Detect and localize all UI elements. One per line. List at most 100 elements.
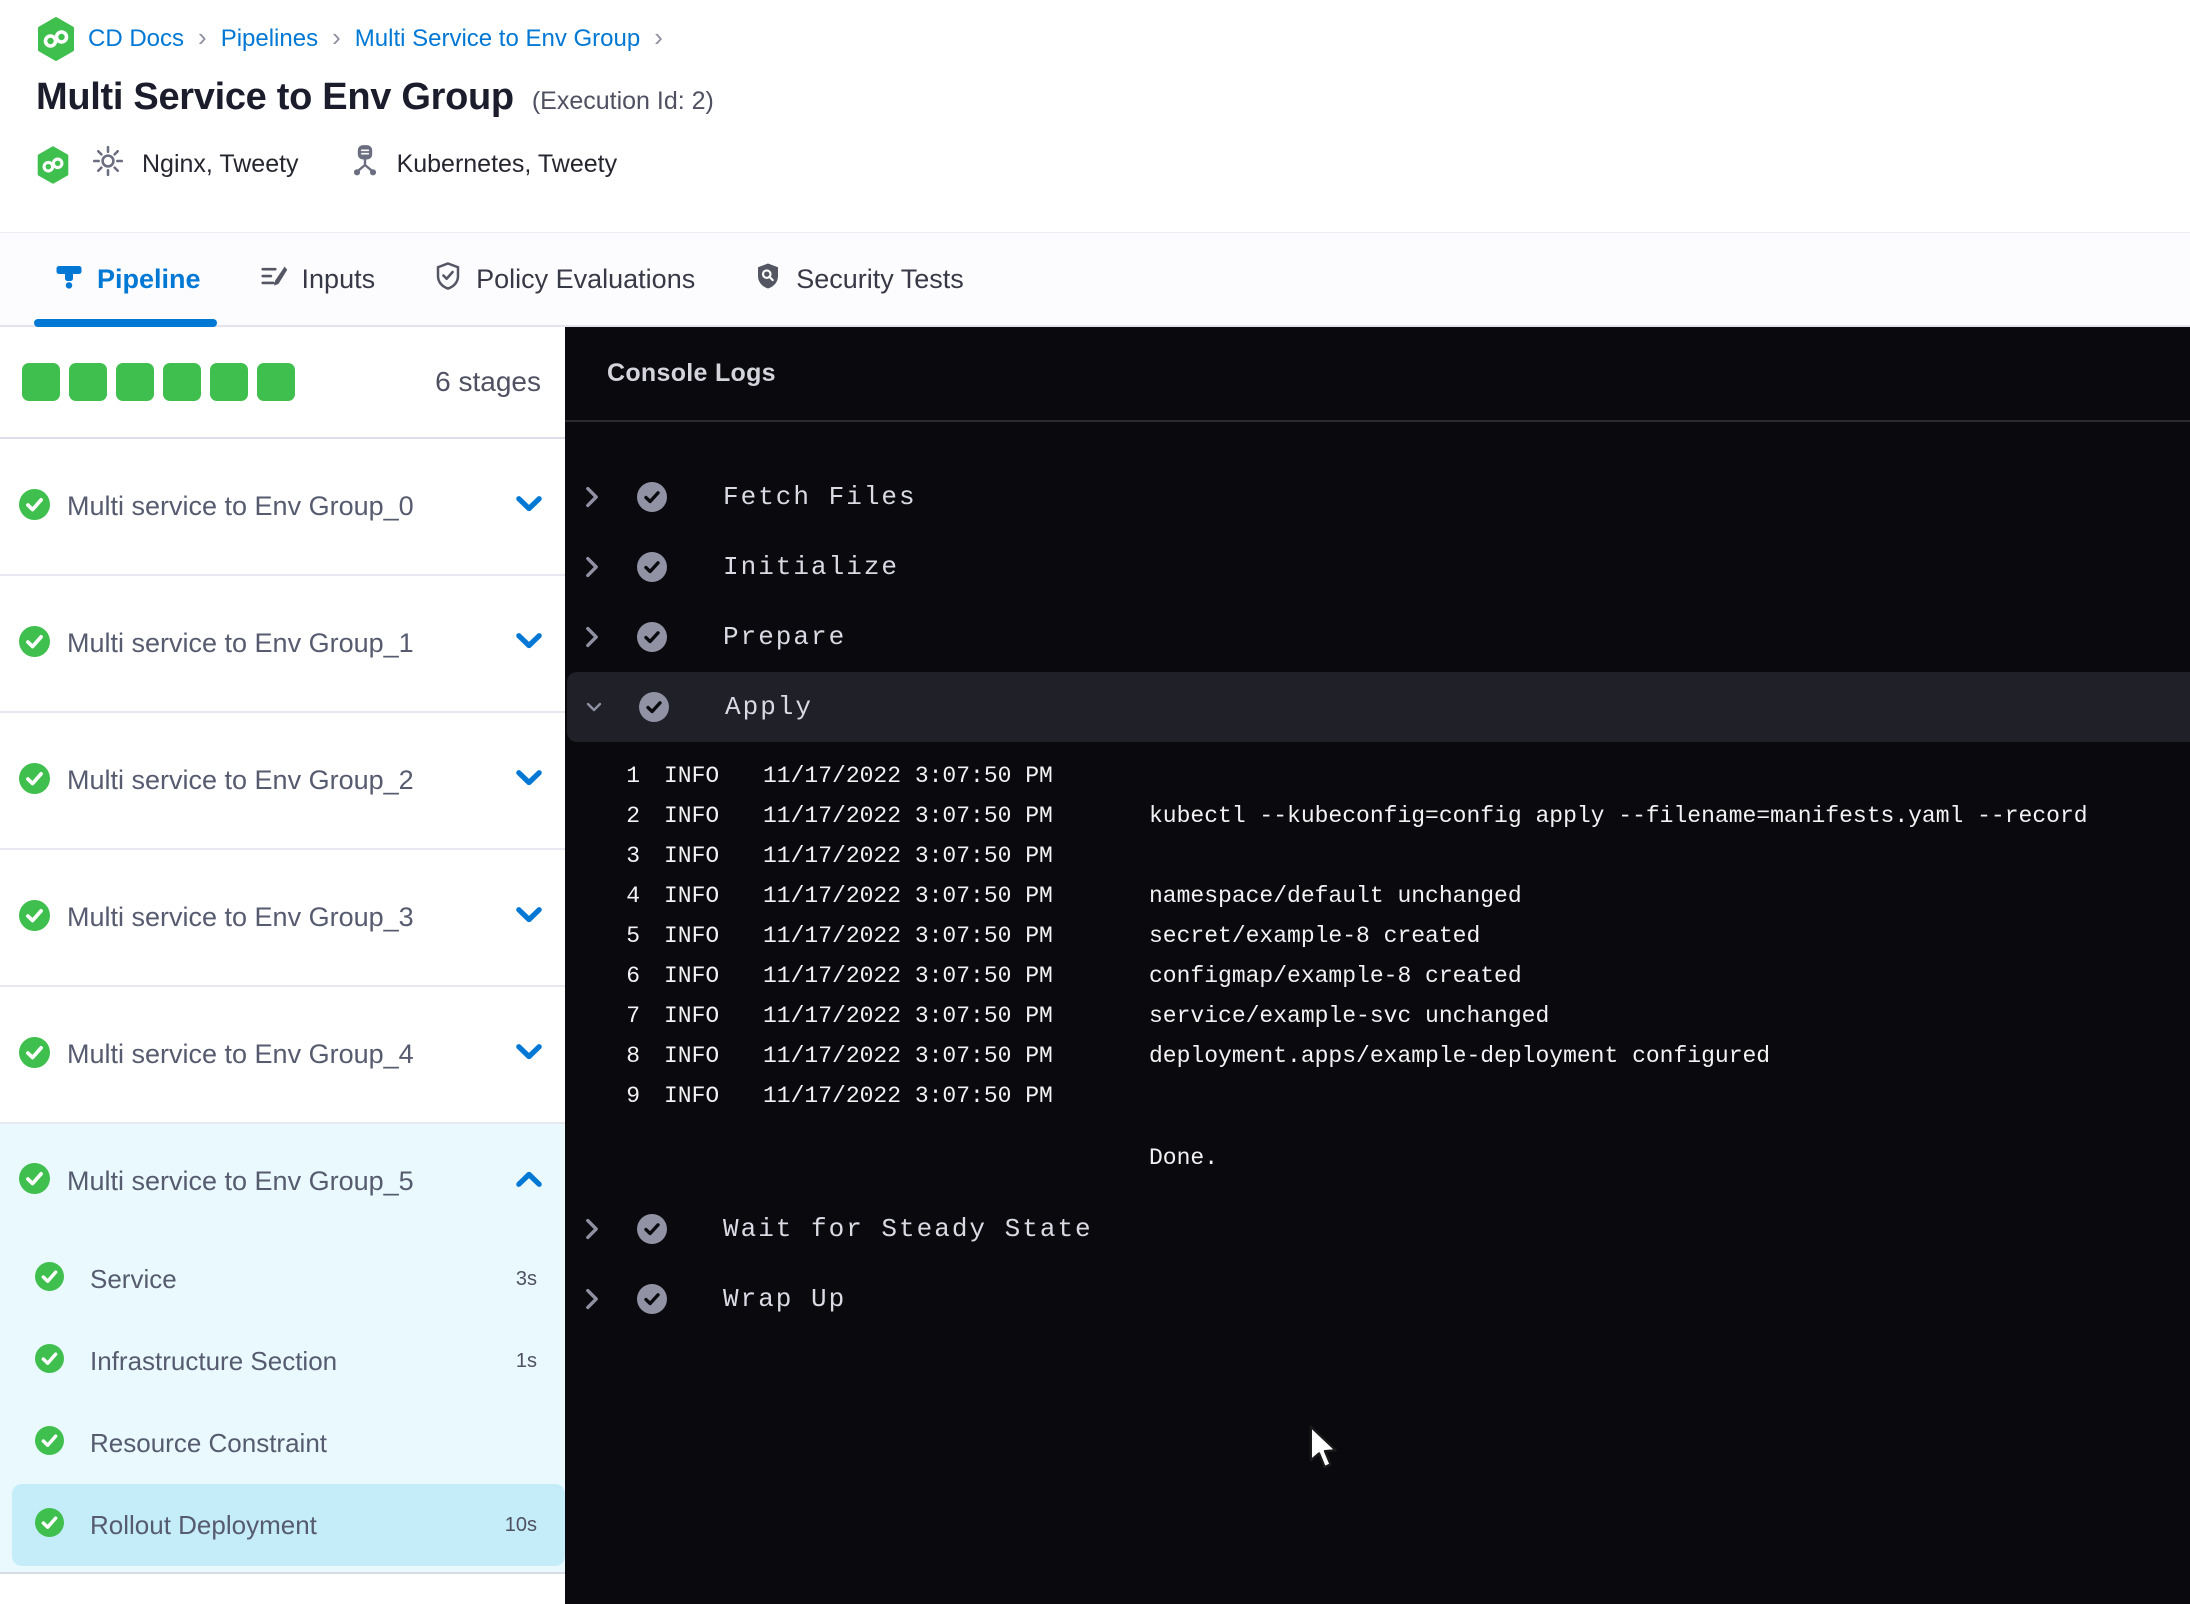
log-line-number: 9 [626, 1083, 640, 1109]
log-line-number: 7 [626, 1003, 640, 1029]
console-step-prepare[interactable]: Prepare [565, 602, 2190, 672]
log-line-number: 1 [626, 763, 640, 789]
chevron-right-icon[interactable] [584, 625, 600, 649]
tab-inputs[interactable]: Inputs [259, 233, 376, 325]
chevron-right-icon[interactable] [584, 485, 600, 509]
step-success-check-icon [637, 552, 667, 582]
log-message: kubectl --kubeconfig=config apply --file… [1149, 803, 2088, 829]
breadcrumb-link-pipelines[interactable]: Pipelines [221, 25, 318, 53]
step-name: Infrastructure Section [90, 1345, 338, 1376]
stage-progress-square [69, 363, 107, 401]
success-check-icon [35, 1426, 64, 1460]
chevron-down-icon[interactable] [515, 769, 543, 792]
console-step-wrap-up[interactable]: Wrap Up [565, 1264, 2190, 1334]
step-duration: 3s [515, 1267, 537, 1290]
tab-security-tests[interactable]: Security Tests [753, 233, 964, 325]
tab-inputs-label: Inputs [301, 263, 376, 294]
log-line-number: 2 [626, 803, 640, 829]
stage-count-label: 6 stages [435, 366, 541, 397]
console-step-label: Initialize [723, 552, 900, 582]
breadcrumb: CD Docs › Pipelines › Multi Service to E… [36, 16, 2190, 62]
log-line: 2 INFO 11/17/2022 3:07:50 PM kubectl --kube… [565, 796, 2190, 836]
pipeline-execution-page: CD Docs › Pipelines › Multi Service to E… [0, 0, 2190, 1604]
step-row-resource-constraint[interactable]: Resource Constraint [0, 1402, 565, 1484]
breadcrumb-link-pipeline-name[interactable]: Multi Service to Env Group [355, 25, 640, 53]
success-check-icon [19, 488, 50, 525]
pipeline-icon [54, 261, 84, 298]
log-done-line: Done. [565, 1138, 2190, 1178]
step-row-rollout-deployment-selected[interactable]: Rollout Deployment 10s [12, 1484, 565, 1566]
chevron-down-icon[interactable] [515, 1043, 543, 1066]
console-step-label: Apply [725, 692, 814, 722]
apply-log-output: 1 INFO 11/17/2022 3:07:50 PM 2 INFO 11/17/20… [565, 756, 2190, 1178]
log-timestamp: 11/17/2022 3:07:50 PM [763, 843, 1053, 869]
page-title: Multi Service to Env Group [36, 76, 514, 118]
chevron-right-icon[interactable] [584, 1217, 600, 1241]
stage-progress-square [163, 363, 201, 401]
console-logs-title: Console Logs [607, 359, 776, 387]
success-check-icon [19, 762, 50, 799]
stage-name: Multi service to Env Group_1 [67, 628, 414, 658]
stage-row[interactable]: Multi service to Env Group_3 [0, 850, 565, 987]
tab-pipeline[interactable]: Pipeline [34, 233, 217, 327]
console-logs-body: Fetch Files Initialize Prepare Apply 1 I… [565, 422, 2190, 1604]
execution-main: 6 stages Multi service to Env Group_0 Mu… [0, 327, 2190, 1604]
console-step-wait-for-steady-state[interactable]: Wait for Steady State [565, 1194, 2190, 1264]
environments-label[interactable]: Kubernetes, Tweety [397, 150, 618, 179]
chevron-down-icon[interactable] [586, 700, 602, 714]
console-step-initialize[interactable]: Initialize [565, 532, 2190, 602]
cd-module-icon [36, 145, 70, 184]
step-row-infrastructure[interactable]: Infrastructure Section 1s [0, 1320, 565, 1402]
log-done-label: Done. [1149, 1145, 1219, 1171]
console-step-apply-expanded[interactable]: Apply [567, 672, 2190, 742]
log-timestamp: 11/17/2022 3:07:50 PM [763, 1083, 1053, 1109]
environments-icon [349, 143, 381, 186]
log-line: 9 INFO 11/17/2022 3:07:50 PM [565, 1076, 2190, 1116]
log-level: INFO [664, 1043, 720, 1069]
console-logs-header: Console Logs [565, 327, 2190, 422]
chevron-right-icon[interactable] [584, 1287, 600, 1311]
breadcrumb-separator-icon: › [332, 22, 341, 52]
services-label[interactable]: Nginx, Tweety [142, 150, 299, 179]
log-level: INFO [664, 843, 720, 869]
console-step-label: Fetch Files [723, 482, 917, 512]
stage-row-expanded[interactable]: Multi service to Env Group_5 [0, 1124, 565, 1238]
chevron-right-icon[interactable] [584, 555, 600, 579]
step-success-check-icon [637, 1284, 667, 1314]
log-message: deployment.apps/example-deployment confi… [1149, 1043, 1771, 1069]
log-level: INFO [664, 923, 720, 949]
title-row: Multi Service to Env Group (Execution Id… [36, 76, 2190, 119]
tab-policy-evaluations[interactable]: Policy Evaluations [433, 233, 695, 325]
stage-row[interactable]: Multi service to Env Group_0 [0, 439, 565, 576]
services-gear-icon [90, 143, 126, 186]
log-level: INFO [664, 963, 720, 989]
chevron-up-icon[interactable] [515, 1170, 543, 1193]
log-message: secret/example-8 created [1149, 923, 1481, 949]
stage-row[interactable]: Multi service to Env Group_1 [0, 576, 565, 713]
step-name: Service [90, 1263, 177, 1294]
log-timestamp: 11/17/2022 3:07:50 PM [763, 923, 1053, 949]
log-line-number: 8 [626, 1043, 640, 1069]
success-check-icon [35, 1344, 64, 1378]
step-row-service[interactable]: Service 3s [0, 1238, 565, 1320]
console-step-fetch-files[interactable]: Fetch Files [565, 462, 2190, 532]
console-step-label: Prepare [723, 622, 847, 652]
success-check-icon [19, 625, 50, 662]
chevron-down-icon[interactable] [515, 495, 543, 518]
breadcrumb-separator-icon: › [198, 22, 207, 52]
services-row: Nginx, Tweety Kubernetes, Tweety [36, 143, 2190, 186]
stage-row[interactable]: Multi service to Env Group_4 [0, 987, 565, 1124]
log-level: INFO [664, 1003, 720, 1029]
stage-row[interactable]: Multi service to Env Group_2 [0, 713, 565, 850]
log-line: 1 INFO 11/17/2022 3:07:50 PM [565, 756, 2190, 796]
policy-shield-icon [433, 260, 463, 299]
success-check-icon [19, 1163, 50, 1199]
stage-progress-square [210, 363, 248, 401]
breadcrumb-link-project[interactable]: CD Docs [88, 25, 184, 53]
chevron-down-icon[interactable] [515, 906, 543, 929]
step-success-check-icon [637, 622, 667, 652]
log-timestamp: 11/17/2022 3:07:50 PM [763, 883, 1053, 909]
chevron-down-icon[interactable] [515, 632, 543, 655]
stage-name: Multi service to Env Group_5 [67, 1165, 414, 1196]
log-message: configmap/example-8 created [1149, 963, 1522, 989]
